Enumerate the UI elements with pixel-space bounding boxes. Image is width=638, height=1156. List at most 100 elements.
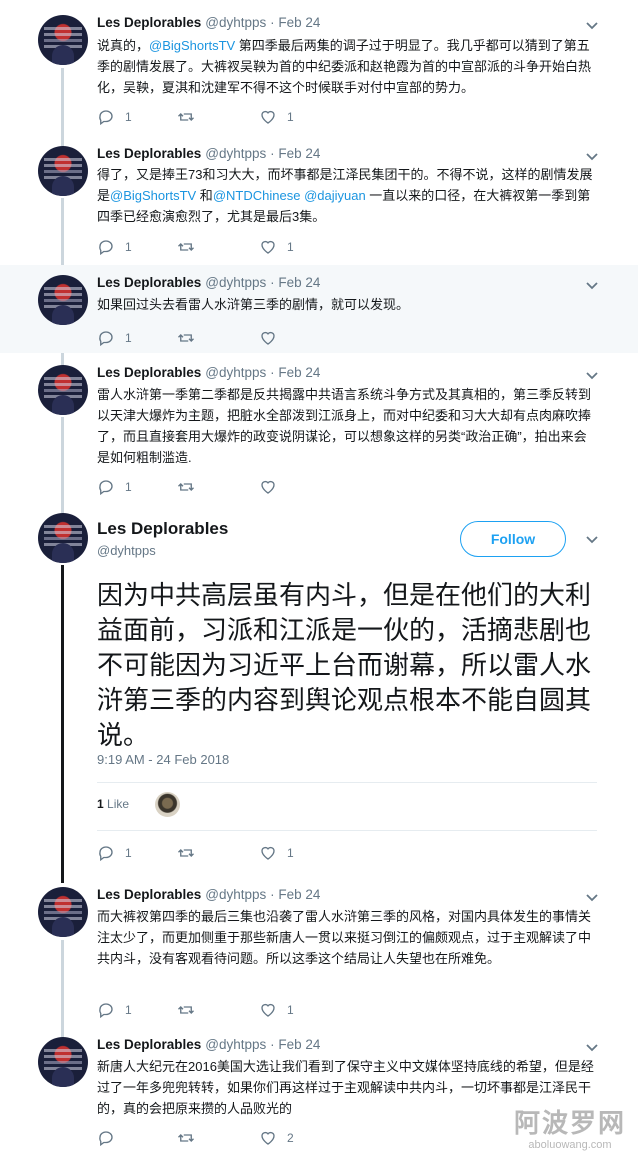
- retweet-icon: [178, 243, 194, 251]
- like-button[interactable]: [259, 477, 287, 497]
- chevron-down-icon[interactable]: [585, 278, 599, 292]
- reply-icon: [99, 240, 113, 256]
- handle[interactable]: @dyhtpps: [205, 146, 266, 161]
- like-button[interactable]: 2: [259, 1128, 294, 1148]
- separator: ·: [270, 887, 275, 902]
- like-stats[interactable]: 1 Like: [97, 797, 129, 811]
- like-count: 1: [287, 1003, 294, 1017]
- avatar[interactable]: [38, 887, 88, 937]
- retweet-button[interactable]: [177, 328, 205, 348]
- mention-link[interactable]: @BigShortsTV: [110, 188, 196, 203]
- tweet-text: 而大裤衩第四季的最后三集也沿袭了雷人水浒第三季的风格，对国内具体发生的事情关注太…: [97, 909, 592, 966]
- like-button[interactable]: 1: [259, 1000, 294, 1020]
- reply-icon: [99, 480, 113, 496]
- liker-avatar[interactable]: [155, 792, 180, 817]
- tweet-actions: 1: [97, 477, 397, 497]
- handle[interactable]: @dyhtpps: [205, 1037, 266, 1052]
- display-name[interactable]: Les Deplorables: [97, 1037, 201, 1052]
- retweet-button[interactable]: [177, 1128, 205, 1148]
- reply-icon: [99, 846, 113, 862]
- like-button[interactable]: 1: [259, 107, 294, 127]
- reply-button[interactable]: 1: [97, 237, 132, 257]
- tweet-date[interactable]: Feb 24: [278, 275, 320, 290]
- watermark-url: aboluowang.com: [528, 1139, 612, 1151]
- tweet-header: Les Deplorables @dyhtpps · Feb 24: [97, 275, 320, 290]
- avatar[interactable]: [38, 15, 88, 65]
- heart-icon: [261, 1131, 275, 1145]
- separator: ·: [270, 15, 275, 30]
- separator: ·: [270, 365, 275, 380]
- heart-icon: [261, 1003, 275, 1017]
- retweet-button[interactable]: [177, 1000, 205, 1020]
- like-button[interactable]: 1: [259, 237, 294, 257]
- tweet-date[interactable]: Feb 24: [278, 887, 320, 902]
- display-name[interactable]: Les Deplorables: [97, 365, 201, 380]
- tweet-actions: 1 1: [97, 237, 397, 257]
- mention-link[interactable]: @NTDChinese: [213, 188, 301, 203]
- tweet-date[interactable]: Feb 24: [278, 15, 320, 30]
- follow-button[interactable]: Follow: [460, 521, 566, 557]
- chevron-down-icon[interactable]: [585, 368, 599, 382]
- reply-button[interactable]: 1: [97, 107, 132, 127]
- handle[interactable]: @dyhtpps: [97, 543, 156, 558]
- display-name[interactable]: Les Deplorables: [97, 15, 201, 30]
- tweet-timestamp[interactable]: 9:19 AM - 24 Feb 2018: [97, 752, 229, 767]
- divider: [97, 830, 597, 831]
- tweet[interactable]: Les Deplorables @dyhtpps · Feb 24 雷人水浒第一季…: [0, 353, 638, 503]
- avatar[interactable]: [38, 275, 88, 325]
- reply-button[interactable]: 1: [97, 843, 132, 863]
- display-name[interactable]: Les Deplorables: [97, 887, 201, 902]
- tweet-date[interactable]: Feb 24: [278, 1037, 320, 1052]
- tweet-text: 雷人水浒第一季第二季都是反共揭露中共语言系统斗争方式及其真相的，第三季反转到以天…: [97, 387, 592, 465]
- display-name[interactable]: Les Deplorables: [97, 519, 228, 539]
- reply-icon: [99, 110, 113, 126]
- tweet-date[interactable]: Feb 24: [278, 146, 320, 161]
- chevron-down-icon[interactable]: [585, 890, 599, 904]
- heart-icon: [261, 110, 275, 124]
- like-stat-count: 1: [97, 797, 104, 811]
- chevron-down-icon[interactable]: [585, 18, 599, 32]
- retweet-icon: [178, 483, 194, 491]
- tweet[interactable]: Les Deplorables @dyhtpps · Feb 24 得了，又是捧王…: [0, 138, 638, 266]
- reply-button[interactable]: 1: [97, 1000, 132, 1020]
- avatar[interactable]: [38, 365, 88, 415]
- tweet-actions: 1 1: [97, 1000, 397, 1020]
- tweet-actions: 1 1: [97, 107, 397, 127]
- display-name[interactable]: Les Deplorables: [97, 146, 201, 161]
- handle[interactable]: @dyhtpps: [205, 887, 266, 902]
- reply-button[interactable]: 1: [97, 477, 132, 497]
- tweet-date[interactable]: Feb 24: [278, 365, 320, 380]
- mention-link[interactable]: @dajiyuan: [304, 188, 366, 203]
- tweet[interactable]: Les Deplorables @dyhtpps · Feb 24 如果回过头去看…: [0, 265, 638, 353]
- chevron-down-icon[interactable]: [585, 1040, 599, 1054]
- display-name[interactable]: Les Deplorables: [97, 275, 201, 290]
- handle[interactable]: @dyhtpps: [205, 275, 266, 290]
- like-stat-label: Like: [107, 797, 130, 811]
- handle[interactable]: @dyhtpps: [205, 15, 266, 30]
- like-button[interactable]: 1: [259, 843, 294, 863]
- tweet-header: Les Deplorables @dyhtpps · Feb 24: [97, 887, 320, 902]
- chevron-down-icon[interactable]: [585, 532, 599, 546]
- tweet[interactable]: Les Deplorables @dyhtpps · Feb 24 说真的，@Bi…: [0, 0, 638, 138]
- retweet-button[interactable]: [177, 477, 205, 497]
- retweet-icon: [178, 849, 194, 857]
- reply-count: 1: [125, 846, 132, 860]
- reply-button[interactable]: [97, 1128, 125, 1148]
- chevron-down-icon[interactable]: [585, 149, 599, 163]
- reply-count: 1: [125, 240, 132, 254]
- retweet-button[interactable]: [177, 107, 205, 127]
- mention-link[interactable]: @BigShortsTV: [149, 38, 235, 53]
- retweet-button[interactable]: [177, 843, 205, 863]
- avatar[interactable]: [38, 146, 88, 196]
- like-button[interactable]: [259, 328, 287, 348]
- reply-icon: [99, 1003, 113, 1019]
- handle[interactable]: @dyhtpps: [205, 365, 266, 380]
- avatar[interactable]: [38, 1037, 88, 1087]
- watermark: 阿波罗网 aboluowang.com: [505, 1108, 635, 1152]
- retweet-button[interactable]: [177, 237, 205, 257]
- reply-button[interactable]: 1: [97, 328, 132, 348]
- tweet[interactable]: Les Deplorables @dyhtpps · Feb 24 而大裤衩第四季…: [0, 875, 638, 1025]
- tweet-text: 如果回过头去看雷人水浒第三季的剧情，就可以发现。: [97, 297, 410, 312]
- avatar[interactable]: [38, 513, 88, 563]
- tweet-text: 因为中共高层虽有内斗，但是在他们的大利益面前，习派和江派是一伙的，活摘悲剧也不可…: [97, 580, 592, 750]
